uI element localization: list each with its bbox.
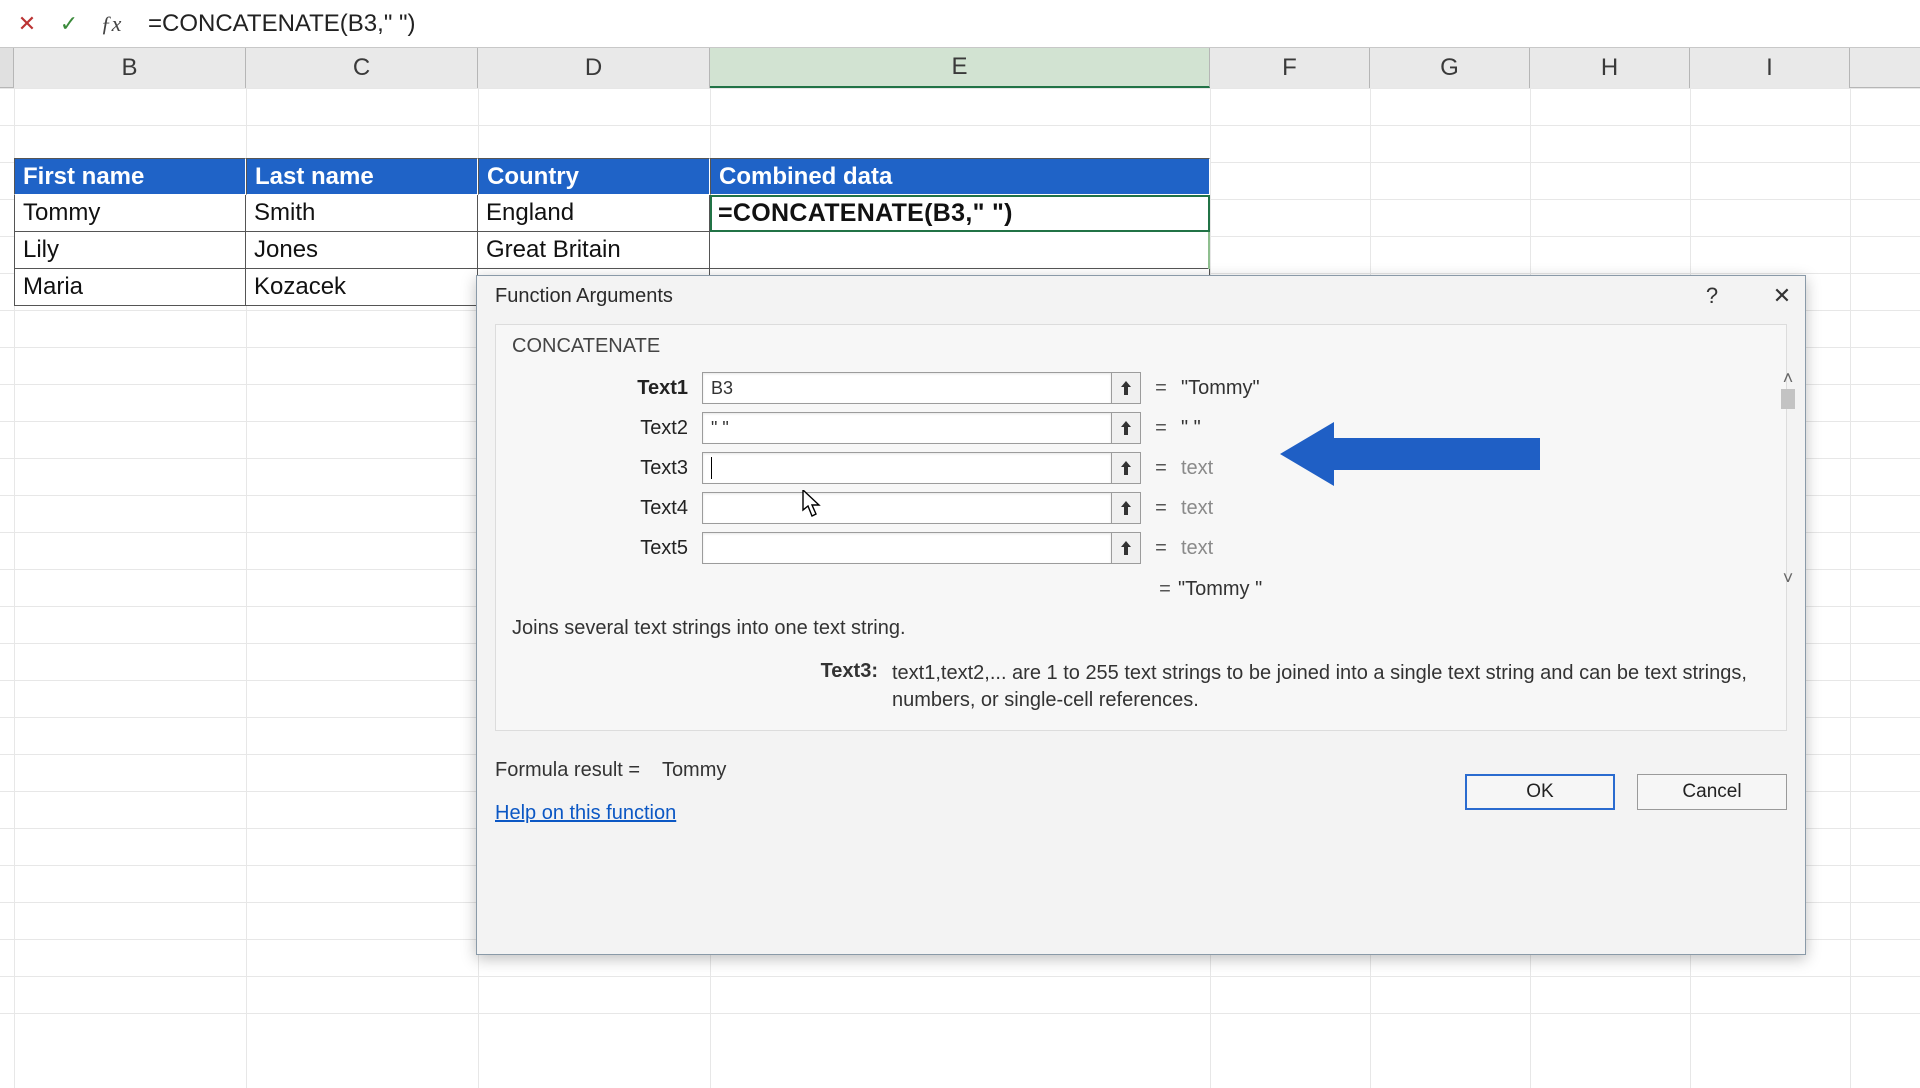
column-header-G[interactable]: G xyxy=(1370,48,1530,88)
equals-icon: = xyxy=(1141,457,1181,480)
cancel-button[interactable]: Cancel xyxy=(1637,774,1787,810)
arg-row-text5: Text5 =text xyxy=(512,528,1770,568)
column-header-D[interactable]: D xyxy=(478,48,710,88)
column-header-E[interactable]: E xyxy=(710,48,1210,88)
dialog-title: Function Arguments xyxy=(495,285,673,308)
arg-label: Text4 xyxy=(512,497,702,520)
help-icon[interactable]: ? xyxy=(1699,283,1725,309)
scroll-down-icon[interactable]: ˅ xyxy=(1783,568,1794,589)
table-cell[interactable]: Kozacek xyxy=(246,269,478,306)
arg-result: text xyxy=(1181,497,1213,520)
range-picker-icon[interactable] xyxy=(1111,452,1141,484)
table-cell[interactable]: England xyxy=(478,195,710,232)
arg-result: text xyxy=(1181,457,1213,480)
table-cell[interactable]: Jones xyxy=(246,232,478,269)
column-header-C[interactable]: C xyxy=(246,48,478,88)
arg-input-text3[interactable] xyxy=(702,452,1112,484)
arg-row-text4: Text4 =text xyxy=(512,488,1770,528)
help-on-function-link[interactable]: Help on this function xyxy=(495,802,676,825)
arg-row-text3: Text3 =text xyxy=(512,448,1770,488)
dialog-titlebar[interactable]: Function Arguments ? ✕ xyxy=(477,276,1805,316)
edit-guide xyxy=(1208,232,1210,269)
equals-icon: = xyxy=(1141,377,1181,400)
result-preview: "Tommy " xyxy=(1178,578,1262,601)
range-picker-icon[interactable] xyxy=(1111,492,1141,524)
equals-icon: = xyxy=(1141,537,1181,560)
insert-function-icon[interactable]: ƒx xyxy=(90,3,132,45)
table-cell[interactable]: Tommy xyxy=(14,195,246,232)
function-name: CONCATENATE xyxy=(512,335,1770,358)
function-arguments-dialog: Function Arguments ? ✕ CONCATENATE Text1… xyxy=(476,275,1806,955)
table-header[interactable]: First name xyxy=(14,158,246,195)
table-cell[interactable]: Smith xyxy=(246,195,478,232)
table-cell[interactable]: =CONCATENATE(B3," ") xyxy=(710,195,1210,232)
close-icon[interactable]: ✕ xyxy=(1769,283,1795,309)
equals-icon: = xyxy=(1152,578,1178,601)
table-cell[interactable]: Maria xyxy=(14,269,246,306)
range-picker-icon[interactable] xyxy=(1111,412,1141,444)
arg-input-text2[interactable]: " " xyxy=(702,412,1112,444)
table-header[interactable]: Combined data xyxy=(710,158,1210,195)
table-cell[interactable]: Lily xyxy=(14,232,246,269)
arg-row-text2: Text2" "=" " xyxy=(512,408,1770,448)
formula-result-label: Formula result = xyxy=(495,759,640,781)
formula-input[interactable]: =CONCATENATE(B3," ") xyxy=(132,10,416,38)
table-header[interactable]: Country xyxy=(478,158,710,195)
arg-result: text xyxy=(1181,537,1213,560)
arg-detail-label: Text3: xyxy=(512,660,892,714)
equals-icon: = xyxy=(1141,497,1181,520)
column-header-H[interactable]: H xyxy=(1530,48,1690,88)
function-description: Joins several text strings into one text… xyxy=(512,617,1770,640)
range-picker-icon[interactable] xyxy=(1111,532,1141,564)
arg-input-text4[interactable] xyxy=(702,492,1112,524)
formula-result-value: Tommy xyxy=(662,759,726,781)
range-picker-icon[interactable] xyxy=(1111,372,1141,404)
arg-scrollbar[interactable]: ˄ ˅ xyxy=(1777,368,1799,589)
table-cell[interactable]: Great Britain xyxy=(478,232,710,269)
arg-input-text1[interactable]: B3 xyxy=(702,372,1112,404)
cancel-formula-icon[interactable]: ✕ xyxy=(6,3,48,45)
arg-label: Text2 xyxy=(512,417,702,440)
scroll-up-icon[interactable]: ˄ xyxy=(1783,368,1794,389)
column-header-I[interactable]: I xyxy=(1690,48,1850,88)
column-header-B[interactable]: B xyxy=(14,48,246,88)
enter-formula-icon[interactable]: ✓ xyxy=(48,3,90,45)
scroll-thumb[interactable] xyxy=(1781,389,1795,409)
column-header-F[interactable]: F xyxy=(1210,48,1370,88)
arg-row-text1: Text1B3 ="Tommy" xyxy=(512,368,1770,408)
arg-result: "Tommy" xyxy=(1181,377,1260,400)
ok-button[interactable]: OK xyxy=(1465,774,1615,810)
table-header[interactable]: Last name xyxy=(246,158,478,195)
arg-label: Text1 xyxy=(512,377,702,400)
arg-detail-text: text1,text2,... are 1 to 255 text string… xyxy=(892,660,1770,714)
arg-result: " " xyxy=(1181,417,1201,440)
column-headers: BCDEFGHI xyxy=(0,48,1920,88)
formula-bar: ✕ ✓ ƒx =CONCATENATE(B3," ") xyxy=(0,0,1920,48)
arg-input-text5[interactable] xyxy=(702,532,1112,564)
equals-icon: = xyxy=(1141,417,1181,440)
corner-spacer xyxy=(0,48,14,87)
arg-label: Text3 xyxy=(512,457,702,480)
arg-label: Text5 xyxy=(512,537,702,560)
table-cell[interactable] xyxy=(710,232,1210,269)
